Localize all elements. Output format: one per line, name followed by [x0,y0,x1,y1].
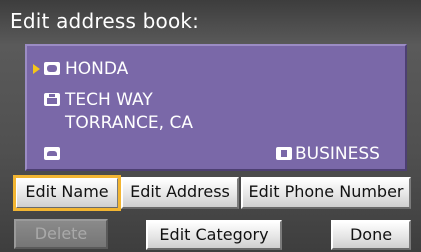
edit-address-book-screen: Edit address book: HONDA TECH WAY TORRAN… [0,0,421,252]
cursor-arrow-icon [33,64,40,74]
address-entry-panel: HONDA TECH WAY TORRANCE, CA BUSINESS [25,44,407,171]
entry-category: BUSINESS [295,144,380,164]
business-icon [276,147,292,160]
edit-address-button[interactable]: Edit Address [121,177,239,209]
phone-icon [44,147,60,160]
delete-button[interactable]: Delete [14,219,108,249]
done-button[interactable]: Done [331,220,411,250]
screen-title: Edit address book: [10,9,200,33]
entry-city: TORRANCE, CA [65,113,193,133]
edit-phone-number-button[interactable]: Edit Phone Number [241,177,411,209]
edit-name-button[interactable]: Edit Name [13,175,121,211]
edit-category-button[interactable]: Edit Category [146,220,282,250]
house-icon [44,93,60,106]
name-tag-icon [44,62,60,75]
entry-name: HONDA [65,59,129,79]
entry-street: TECH WAY [65,90,153,110]
